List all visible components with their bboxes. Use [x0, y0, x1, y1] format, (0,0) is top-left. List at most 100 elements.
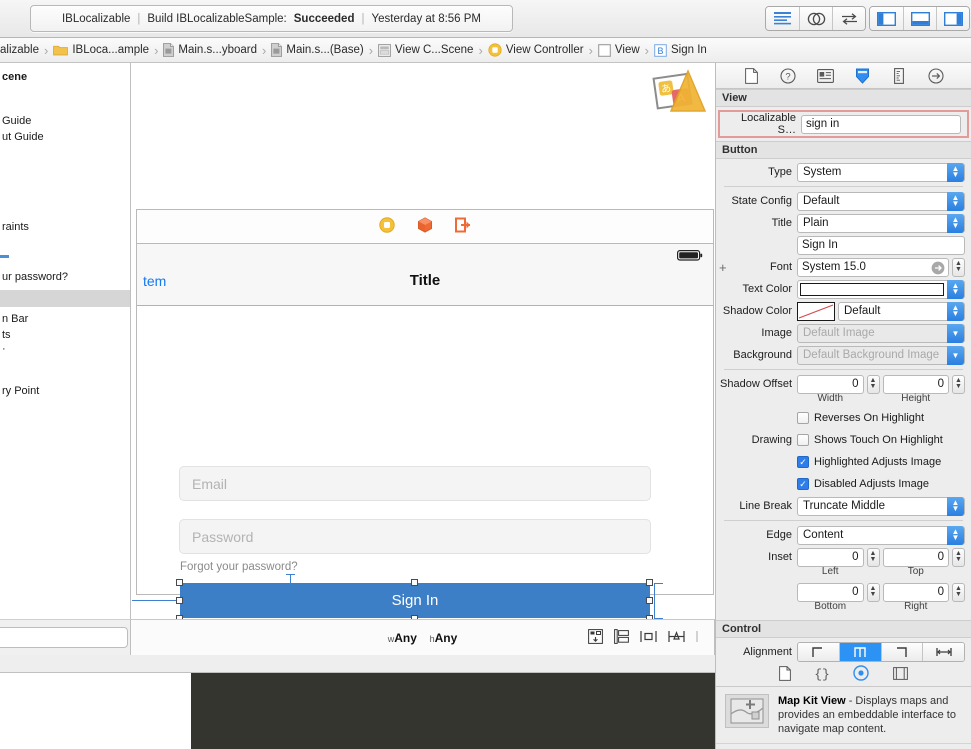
type-popup[interactable]: System ▲ ▼ — [797, 162, 965, 182]
outline-row[interactable]: ts — [0, 329, 11, 341]
library-item[interactable]: GLKit View - Provides a default implemen… — [716, 744, 971, 749]
title-style-popup[interactable]: Plain ▲ ▼ — [797, 213, 965, 233]
breadcrumb-item-3[interactable]: Main.s...(Base) — [269, 43, 365, 57]
resize-handle-middle-left[interactable] — [176, 597, 183, 604]
outline-row[interactable]: raints — [0, 221, 29, 233]
update-frames-icon[interactable] — [588, 628, 603, 647]
align-icon[interactable] — [640, 630, 657, 646]
outline-row[interactable]: ry Point — [0, 385, 39, 397]
file-template-library-icon[interactable] — [779, 665, 791, 684]
shadow-offset-height-stepper[interactable]: ▲ ▼ — [952, 374, 965, 394]
shows-touch-on-highlight-checkbox[interactable] — [797, 434, 809, 446]
font-field[interactable]: System 15.0 — [797, 257, 949, 277]
shadow-offset-width-input[interactable]: 0 — [797, 374, 864, 394]
localizable-string-input[interactable]: sign in — [801, 114, 961, 134]
chevron-updown-icon[interactable]: ▲ ▼ — [947, 191, 964, 211]
resolve-auto-layout-icon[interactable] — [696, 630, 706, 646]
inset-top-stepper[interactable]: ▲ ▼ — [952, 547, 965, 567]
document-outline[interactable]: cene Guide ut Guide raints ur password? … — [0, 63, 131, 619]
font-picker-icon[interactable] — [931, 261, 945, 276]
chevron-updown-icon[interactable]: ▲ ▼ — [947, 301, 964, 321]
background-popup[interactable]: Default Background Image ▼ — [797, 345, 965, 365]
chevron-updown-icon[interactable]: ▲ ▼ — [947, 525, 964, 545]
text-color-well[interactable]: ▲ ▼ — [797, 279, 965, 299]
chevron-updown-icon[interactable]: ▲ ▼ — [947, 279, 964, 299]
standard-editor-icon[interactable] — [766, 7, 799, 30]
line-break-popup[interactable]: Truncate Middle ▲ ▼ — [797, 496, 965, 516]
color-swatch[interactable] — [800, 282, 944, 296]
inset-right-stepper[interactable]: ▲ ▼ — [952, 582, 965, 602]
toggle-inspector-icon[interactable] — [936, 7, 969, 30]
inset-top-input[interactable]: 0 — [882, 547, 949, 567]
breadcrumb-item-5[interactable]: View Controller — [486, 43, 586, 57]
inset-bottom-stepper[interactable]: ▲ ▼ — [866, 582, 880, 602]
alignment-segmented-control[interactable] — [797, 642, 965, 662]
align-right-icon[interactable] — [880, 643, 923, 661]
pin-icon[interactable] — [668, 630, 685, 646]
outline-selected-row[interactable] — [0, 290, 130, 307]
resize-handle-top-right[interactable] — [646, 579, 653, 586]
align-justified-icon[interactable] — [922, 643, 964, 661]
utilities-inspector[interactable]: ? View Localizable S… sign in Button Typ… — [715, 63, 971, 749]
media-library-icon[interactable] — [893, 666, 908, 683]
quick-help-inspector-icon[interactable]: ? — [779, 67, 797, 85]
disabled-adjusts-image-checkbox[interactable]: ✓ — [797, 478, 809, 490]
outline-row[interactable]: cene — [0, 71, 27, 83]
inset-right-input[interactable]: 0 — [882, 582, 949, 602]
font-stepper[interactable]: ▲ ▼ — [952, 257, 965, 277]
resize-handle-top-left[interactable] — [176, 579, 183, 586]
breadcrumb-item-2[interactable]: Main.s...yboard — [161, 43, 259, 57]
search-input[interactable] — [0, 627, 128, 648]
outline-row[interactable]: Guide — [0, 115, 31, 127]
device-preview[interactable]: tem Title Email Password Forgot your pas… — [132, 243, 714, 619]
outline-row[interactable]: n Bar — [0, 313, 28, 325]
outline-row[interactable]: · — [0, 343, 6, 355]
shadow-color-swatch[interactable] — [797, 301, 835, 321]
align-left-icon[interactable] — [798, 643, 839, 661]
inset-left-stepper[interactable]: ▲ ▼ — [866, 547, 880, 567]
chevron-updown-icon[interactable]: ▲ ▼ — [947, 162, 964, 182]
add-attribute-icon[interactable]: + — [719, 260, 727, 275]
first-responder-dock-icon[interactable] — [417, 217, 433, 236]
size-inspector-icon[interactable] — [890, 67, 908, 85]
breadcrumb-item-1[interactable]: IBLoca...ample — [51, 44, 151, 56]
file-inspector-icon[interactable] — [742, 67, 760, 85]
image-popup[interactable]: Default Image ▼ — [797, 323, 965, 343]
breadcrumb-item-0[interactable]: alizable — [0, 44, 41, 56]
library-item[interactable]: Map Kit View - Displays maps and provide… — [716, 687, 971, 744]
chevron-updown-icon[interactable]: ▲ ▼ — [947, 496, 964, 516]
email-field[interactable]: Email — [179, 466, 651, 501]
breadcrumb-item-7[interactable]: B Sign In — [652, 43, 709, 57]
breadcrumb-item-4[interactable]: View C...Scene — [376, 43, 475, 57]
version-editor-icon[interactable] — [832, 7, 865, 30]
breadcrumb-item-6[interactable]: View — [596, 43, 642, 57]
shadow-offset-height-input[interactable]: 0 — [882, 374, 949, 394]
assistant-editor-icon[interactable] — [799, 7, 832, 30]
state-config-popup[interactable]: Default ▲ ▼ — [797, 191, 965, 211]
chevron-updown-icon[interactable]: ▲ ▼ — [947, 213, 964, 233]
resize-handle-middle-right[interactable] — [646, 597, 653, 604]
identity-inspector-icon[interactable] — [816, 67, 834, 85]
forgot-password-label[interactable]: Forgot your password? — [180, 561, 298, 573]
inset-bottom-input[interactable]: 0 — [797, 582, 864, 602]
exit-dock-icon[interactable] — [455, 217, 471, 236]
chevron-down-icon[interactable]: ▼ — [947, 323, 964, 343]
align-center-icon[interactable] — [838, 643, 881, 661]
outline-row[interactable]: ut Guide — [0, 131, 44, 143]
connections-inspector-icon[interactable] — [927, 67, 945, 85]
resize-handle-top-center[interactable] — [411, 579, 418, 586]
title-text-input[interactable]: Sign In — [797, 235, 965, 255]
attributes-inspector-icon[interactable] — [853, 67, 871, 85]
edge-popup[interactable]: Content ▲ ▼ — [797, 525, 965, 545]
inset-left-input[interactable]: 0 — [797, 547, 864, 567]
object-library-icon[interactable] — [853, 665, 869, 684]
outline-row[interactable]: ur password? — [0, 271, 68, 283]
highlighted-adjusts-image-checkbox[interactable]: ✓ — [797, 456, 809, 468]
code-snippet-library-icon[interactable]: {} — [814, 666, 830, 684]
sign-in-button[interactable]: Sign In — [180, 583, 650, 618]
interface-builder-canvas[interactable]: あ A tem Tit — [131, 63, 715, 619]
embed-in-icon[interactable] — [614, 628, 629, 647]
password-field[interactable]: Password — [179, 519, 651, 554]
reverses-on-highlight-checkbox[interactable] — [797, 412, 809, 424]
view-controller-dock-icon[interactable] — [379, 217, 395, 236]
